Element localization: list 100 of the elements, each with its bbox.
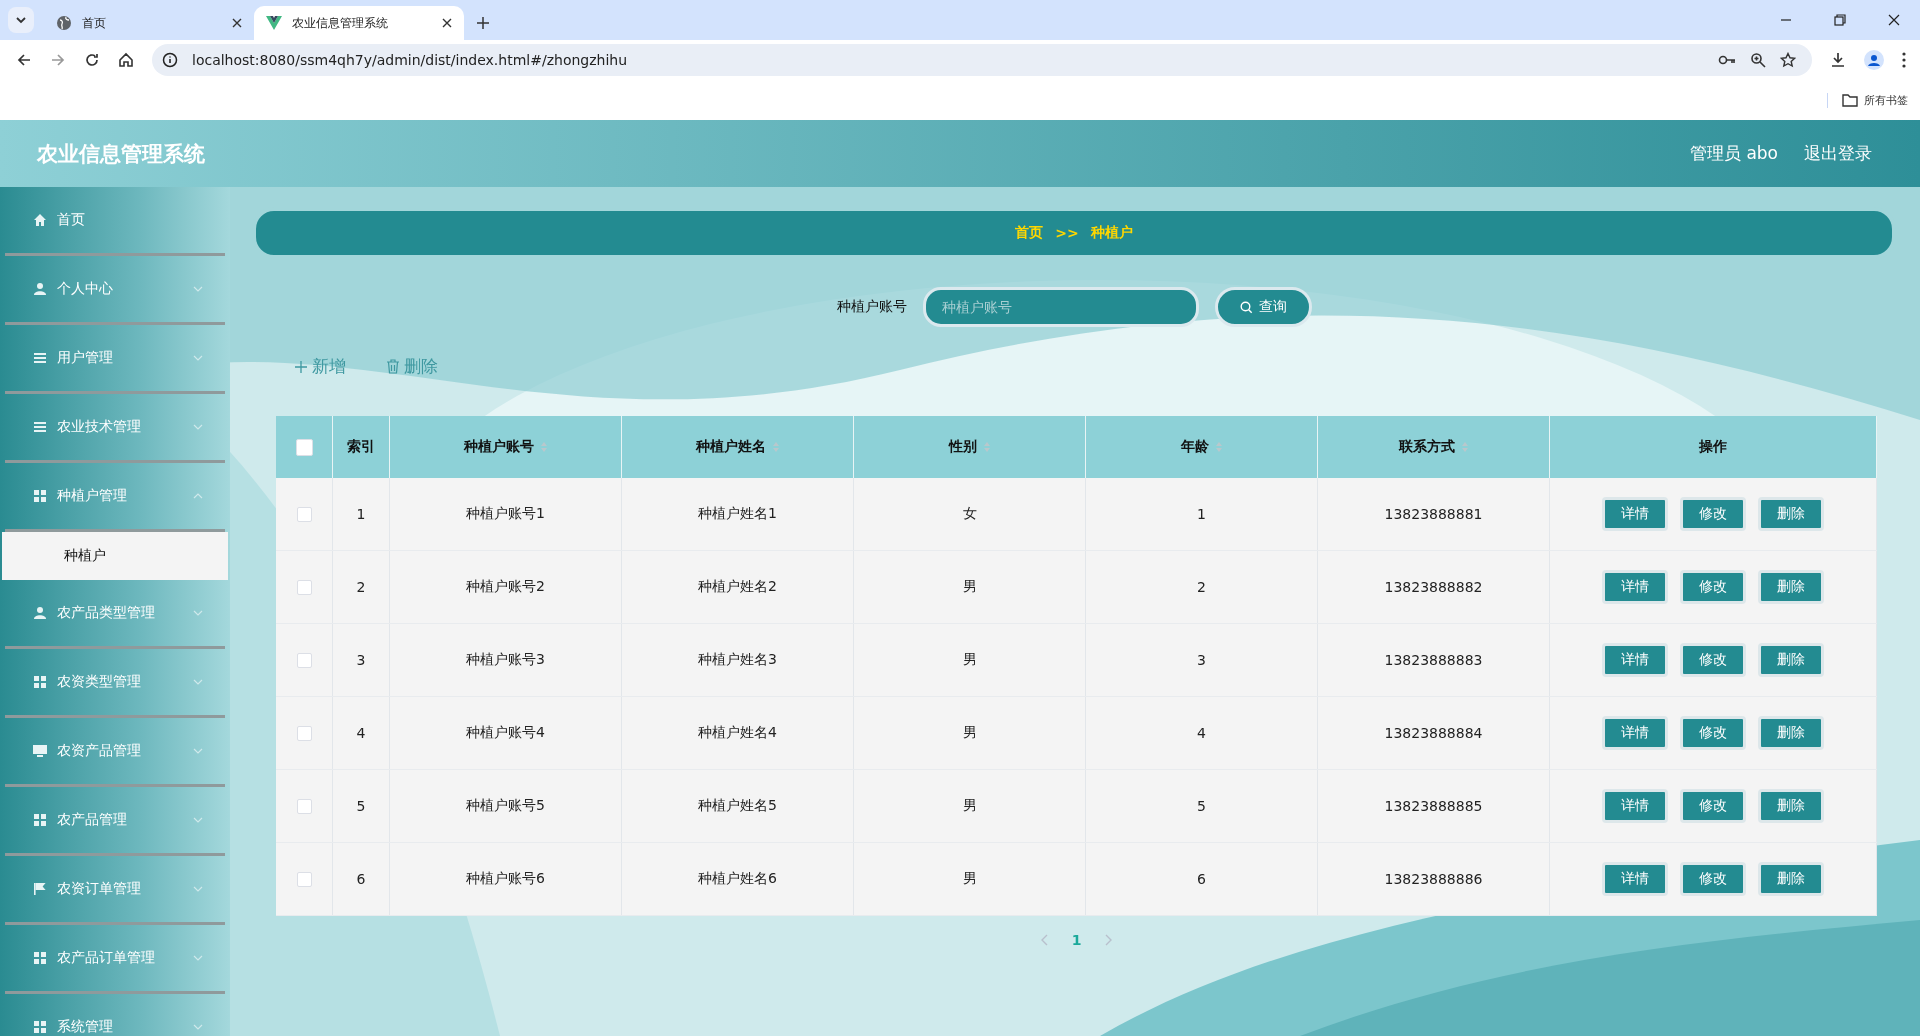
table-cell: 5 [356, 798, 366, 814]
menu-item[interactable]: 系统管理 [5, 994, 225, 1036]
search-field[interactable]: 种植户账号 [922, 287, 1199, 327]
table-cell: 13823888885 [1384, 798, 1483, 814]
info-icon [162, 52, 178, 68]
edit-button[interactable]: 修改 [1680, 716, 1746, 750]
profile-icon[interactable] [1864, 50, 1884, 70]
details-button[interactable]: 详情 [1602, 497, 1668, 531]
menu-item[interactable]: 农产品订单管理 [5, 925, 225, 994]
home-icon[interactable] [118, 52, 134, 68]
breadcrumb-separator: >> [1055, 225, 1079, 241]
reload-icon[interactable] [84, 52, 100, 68]
table-cell: 4 [1197, 725, 1206, 741]
column-header: 性别 [948, 438, 977, 456]
edit-button[interactable]: 修改 [1680, 570, 1746, 604]
add-button[interactable]: 新增 [294, 355, 346, 378]
folder-icon [1842, 93, 1858, 107]
column-header: 种植户姓名 [695, 438, 766, 456]
table-cell: 13823888886 [1384, 871, 1483, 887]
chevron-icon [193, 493, 203, 499]
menu-item[interactable]: 农业技术管理 [5, 394, 225, 463]
edit-button[interactable]: 修改 [1680, 789, 1746, 823]
restore-icon[interactable] [1834, 14, 1846, 26]
menu-item[interactable]: 农资订单管理 [5, 856, 225, 925]
grid-icon [33, 489, 47, 503]
table-cell: 4 [356, 725, 366, 741]
select-all-checkbox[interactable] [295, 438, 313, 456]
close-icon[interactable] [232, 18, 242, 28]
chevron-icon [193, 424, 203, 430]
browser-tab[interactable]: 农业信息管理系统 [254, 6, 464, 40]
logout-link[interactable]: 退出登录 [1804, 142, 1872, 165]
page-number[interactable]: 1 [1071, 932, 1082, 948]
menu-item[interactable]: 个人中心 [5, 256, 225, 325]
details-button[interactable]: 详情 [1602, 570, 1668, 604]
table-cell: 种植户姓名1 [698, 505, 777, 521]
bookmarks-folder[interactable]: 所有书签 [1827, 92, 1908, 108]
chevron-icon [193, 679, 203, 685]
tab-search-button[interactable] [8, 7, 34, 33]
table-cell: 种植户姓名6 [698, 870, 777, 886]
menu-icon[interactable] [1902, 52, 1906, 68]
back-icon[interactable] [16, 52, 32, 68]
table-cell: 1 [1197, 506, 1206, 522]
chevron-icon [193, 955, 203, 961]
details-button[interactable]: 详情 [1602, 643, 1668, 677]
row-checkbox[interactable] [296, 872, 312, 888]
table-cell: 种植户账号6 [466, 870, 545, 886]
row-checkbox[interactable] [296, 580, 312, 596]
delete-button[interactable]: 删除 [1758, 497, 1824, 531]
table-cell: 种植户姓名5 [698, 797, 777, 813]
flag-icon [33, 882, 47, 896]
edit-button[interactable]: 修改 [1680, 862, 1746, 896]
star-icon[interactable] [1780, 52, 1796, 68]
menu-item[interactable]: 农资类型管理 [5, 649, 225, 718]
details-button[interactable]: 详情 [1602, 862, 1668, 896]
row-checkbox[interactable] [296, 653, 312, 669]
details-button[interactable]: 详情 [1602, 716, 1668, 750]
table-cell: 6 [356, 871, 366, 887]
details-button[interactable]: 详情 [1602, 789, 1668, 823]
table-cell: 5 [1197, 798, 1206, 814]
table-cell: 13823888882 [1384, 579, 1483, 595]
delete-button[interactable]: 删除 [1758, 643, 1824, 677]
chevron-icon [193, 1024, 203, 1030]
delete-button[interactable]: 删除 [1758, 570, 1824, 604]
search-button[interactable]: 查询 [1214, 287, 1312, 327]
address-bar[interactable]: localhost:8080/ssm4qh7y/admin/dist/index.html#/zhongzhihu [152, 44, 1812, 76]
browser-tab[interactable]: 首页 [44, 6, 254, 40]
table-cell: 种植户姓名4 [698, 724, 777, 740]
breadcrumb-link[interactable]: 首页 [1015, 224, 1044, 242]
column-header: 联系方式 [1398, 438, 1455, 456]
key-icon[interactable] [1718, 54, 1736, 66]
chevron-icon [193, 610, 203, 616]
submenu-item[interactable]: 种植户 [2, 532, 228, 580]
menu-item[interactable]: 用户管理 [5, 325, 225, 394]
table-cell: 女 [962, 505, 977, 521]
forward-icon[interactable] [50, 52, 66, 68]
table-cell: 种植户账号2 [466, 578, 545, 594]
search-icon [1239, 300, 1253, 314]
table-cell: 3 [1197, 652, 1206, 668]
menu-item[interactable]: 首页 [5, 187, 225, 256]
table-cell: 13823888881 [1384, 506, 1483, 522]
table-cell: 2 [356, 579, 366, 595]
delete-button[interactable]: 删除 [1758, 862, 1824, 896]
new-tab-icon[interactable] [476, 16, 490, 30]
download-icon[interactable] [1830, 52, 1846, 68]
delete-button[interactable]: 删除 [1758, 716, 1824, 750]
row-checkbox[interactable] [296, 507, 312, 523]
row-checkbox[interactable] [296, 799, 312, 815]
menu-item[interactable]: 农产品类型管理 [5, 580, 225, 649]
delete-button[interactable]: 删除 [386, 355, 438, 378]
edit-button[interactable]: 修改 [1680, 643, 1746, 677]
menu-item[interactable]: 农产品管理 [5, 787, 225, 856]
edit-button[interactable]: 修改 [1680, 497, 1746, 531]
delete-button[interactable]: 删除 [1758, 789, 1824, 823]
close-icon[interactable] [442, 18, 452, 28]
menu-item[interactable]: 农资产品管理 [5, 718, 225, 787]
breadcrumb-link[interactable]: 种植户 [1090, 224, 1133, 242]
row-checkbox[interactable] [296, 726, 312, 742]
tab-title: 农业信息管理系统 [292, 14, 389, 32]
zoom-icon[interactable] [1750, 52, 1766, 68]
close-icon[interactable] [1888, 14, 1900, 26]
